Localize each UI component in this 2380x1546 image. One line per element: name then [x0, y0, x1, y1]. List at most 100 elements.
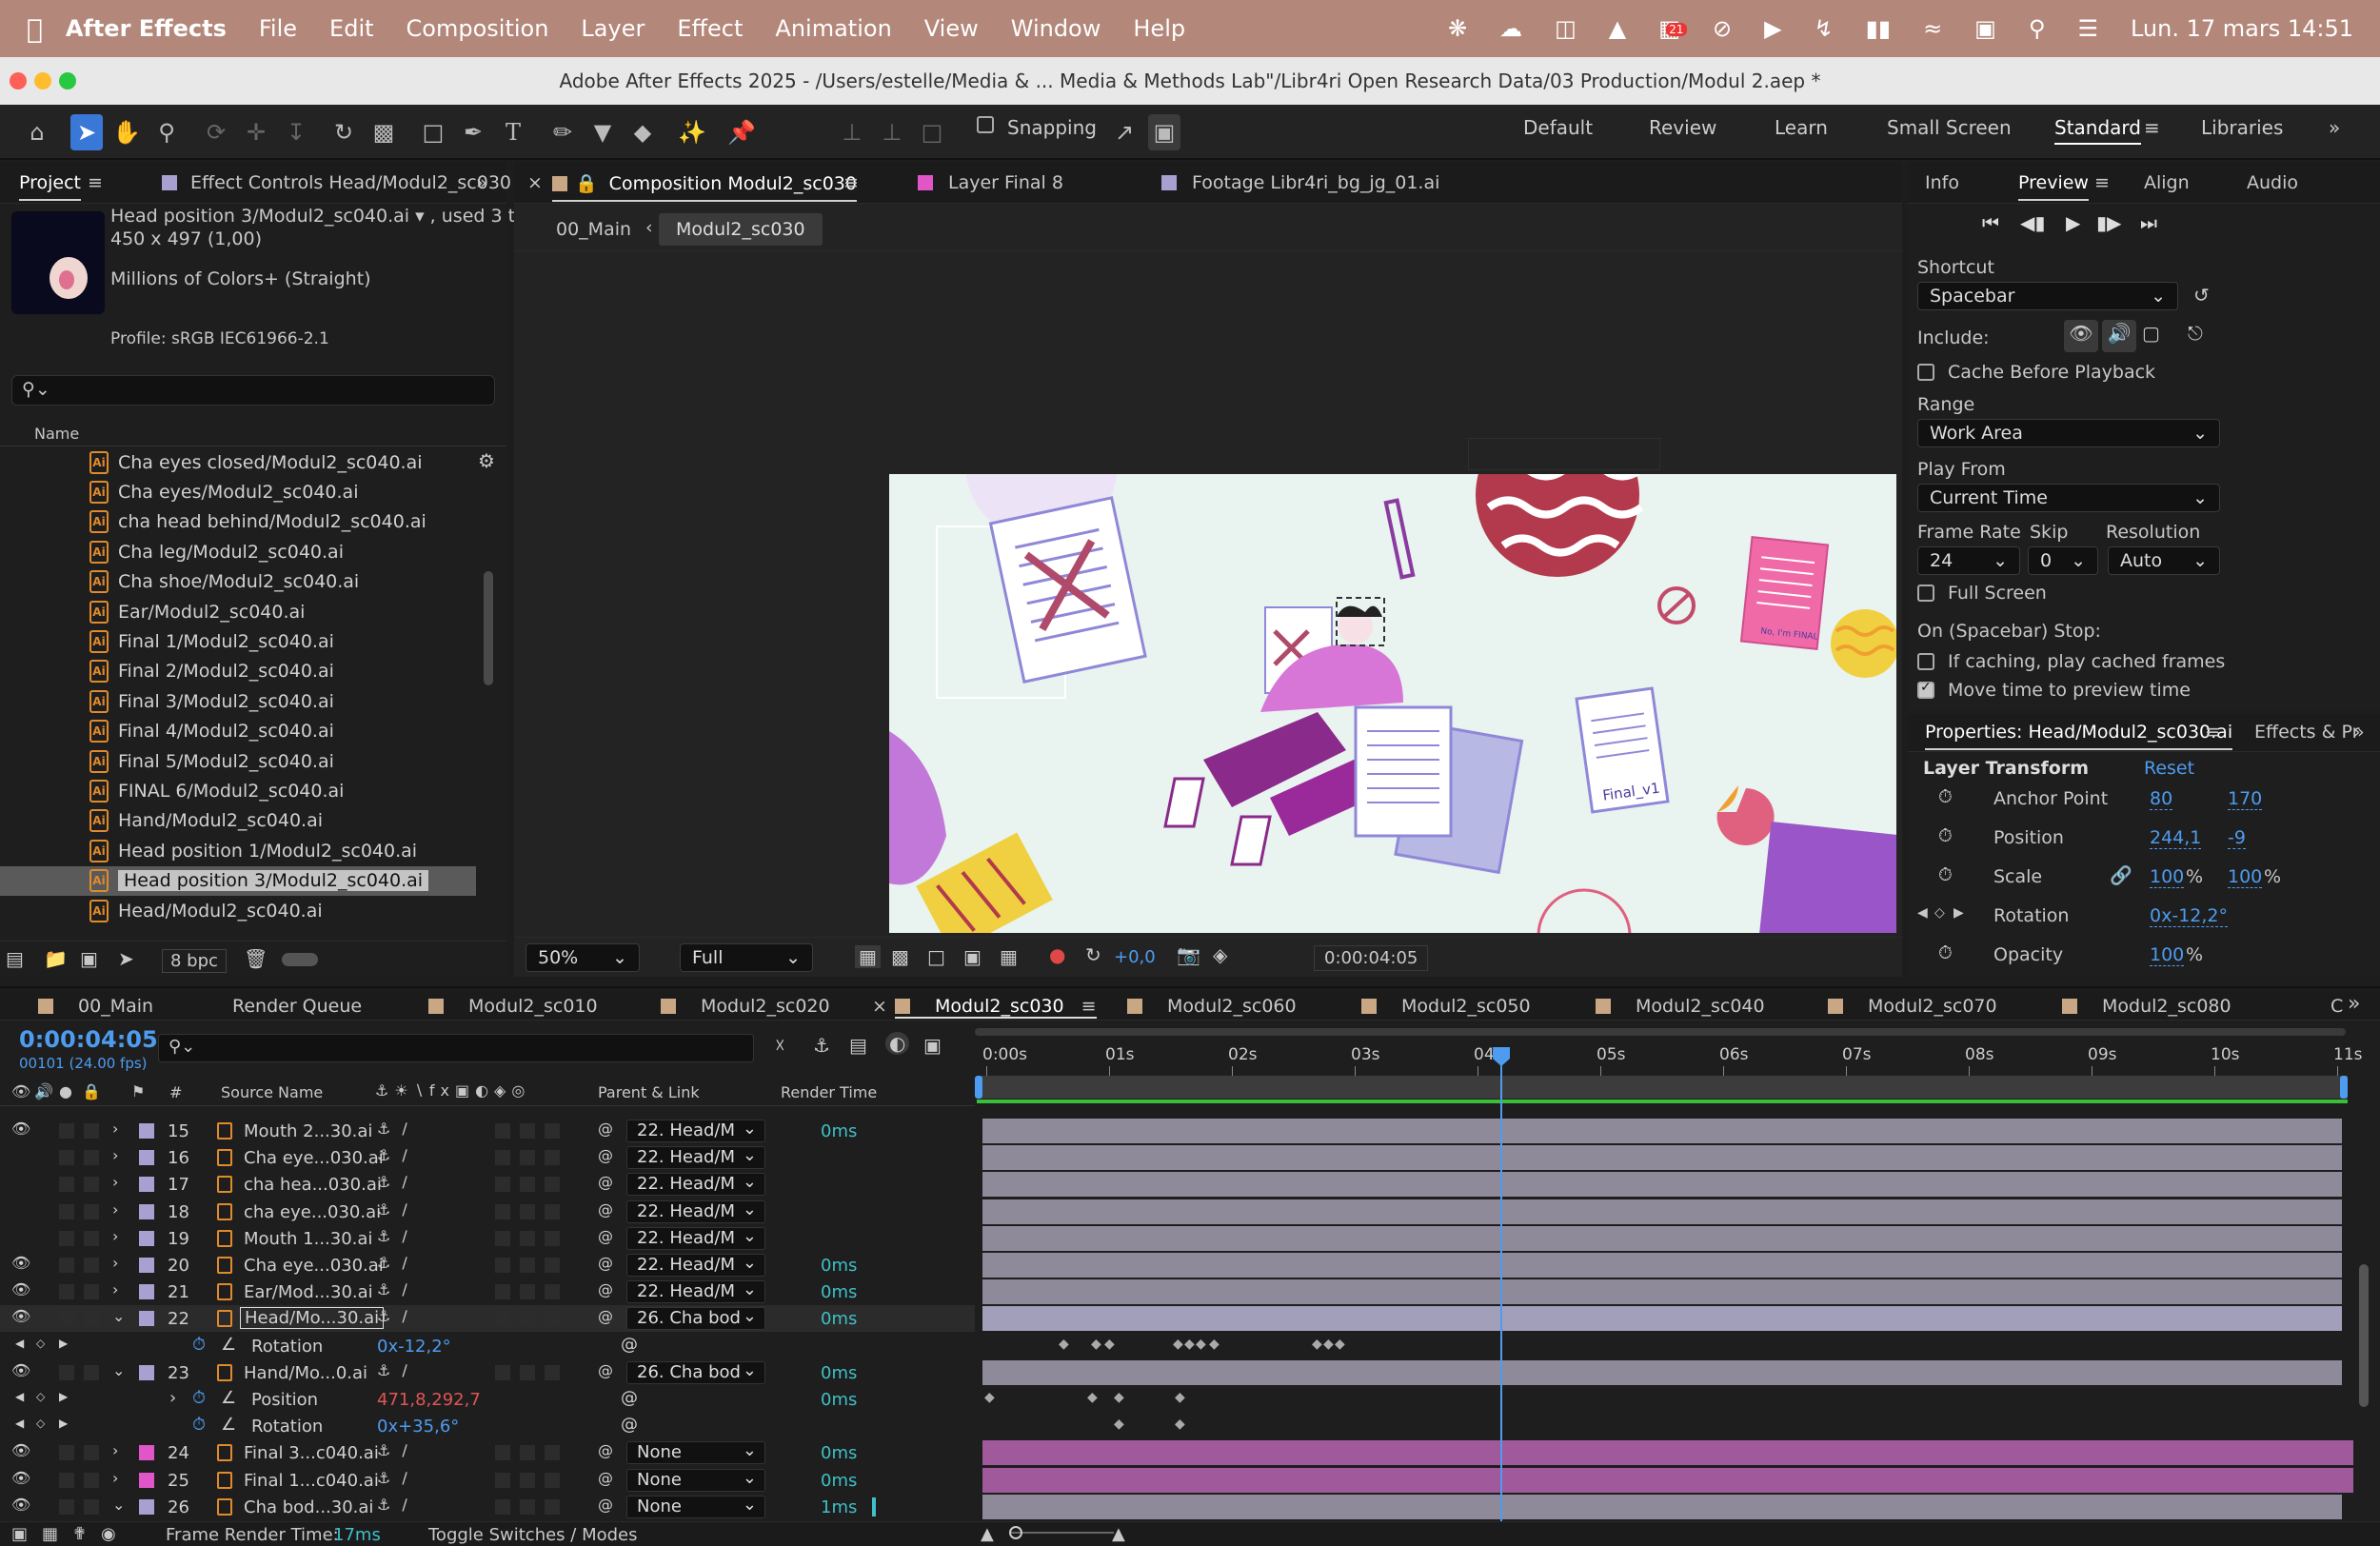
framerate-dropdown[interactable]: 24 ⌄ — [1917, 546, 2020, 575]
layer-source-name[interactable]: Head/Mo...30.ai — [240, 1307, 385, 1330]
layer-row[interactable]: 👁 ⌄ 26 Cha bod...30.ai ⚓∕ @ None ⌄ 1ms — [0, 1494, 975, 1520]
menu-edit[interactable]: Edit — [329, 15, 373, 42]
last-frame-icon[interactable]: ⏭ — [2140, 211, 2157, 234]
switch-box[interactable] — [495, 1150, 510, 1166]
switch-box[interactable] — [520, 1230, 535, 1246]
prop-value-1[interactable]: 80 — [2150, 788, 2173, 810]
twirl-icon[interactable]: › — [112, 1120, 118, 1138]
include-audio-icon[interactable]: 🔊 — [2102, 320, 2136, 352]
show-snapshot-icon[interactable]: ◈ — [1213, 943, 1227, 966]
switch-box[interactable] — [545, 1445, 560, 1461]
eraser-tool-icon[interactable]: ◆ — [626, 114, 659, 150]
twirl-icon[interactable]: › — [112, 1200, 118, 1219]
layer-duration-bar[interactable] — [982, 1279, 2342, 1305]
keyframe-icon[interactable]: ◆ — [1175, 1417, 1185, 1432]
tab-menu-icon[interactable]: ≡ — [1081, 996, 1097, 1017]
label-color-swatch[interactable] — [139, 1311, 154, 1327]
expression-pickwhip-icon[interactable]: @ — [621, 1388, 638, 1408]
bluetooth-icon[interactable]: ↯ — [1815, 15, 1834, 42]
name-column-header[interactable]: Name — [34, 425, 79, 443]
lock-switch[interactable] — [84, 1364, 99, 1380]
project-item[interactable]: Ai FINAL 6/Modul2_sc040.ai — [0, 776, 476, 805]
rectangle-tool-icon[interactable]: □ — [417, 114, 449, 150]
playfrom-dropdown[interactable]: Current Time ⌄ — [1917, 484, 2220, 512]
tab-effect-controls[interactable]: Effect Controls Head/Modul2_sc030 — [162, 172, 511, 193]
label-color-swatch[interactable] — [139, 1284, 154, 1300]
timeline-tab[interactable]: Modul2_sc040 — [1596, 996, 1765, 1017]
switch-box[interactable] — [520, 1472, 535, 1488]
switches[interactable]: ⚓∕ — [377, 1361, 419, 1379]
prop-value-2[interactable]: -9 — [2228, 827, 2246, 849]
flowchart-icon[interactable]: ⚙ — [478, 449, 495, 472]
audio-switch[interactable] — [59, 1203, 74, 1219]
layer-duration-bar[interactable] — [982, 1306, 2342, 1332]
zoom-slider[interactable] — [1009, 1526, 1114, 1541]
control-center-icon[interactable]: ☰ — [2077, 15, 2098, 42]
menu-composition[interactable]: Composition — [407, 15, 549, 42]
expression-pickwhip-icon[interactable]: @ — [621, 1335, 638, 1355]
menu-animation[interactable]: Animation — [775, 15, 891, 42]
switch-box[interactable] — [495, 1472, 510, 1488]
resolution-dropdown[interactable]: Full ⌄ — [680, 943, 813, 972]
switches-col-icons[interactable]: ⚓☀∖fx▣◐◈◎ — [375, 1081, 530, 1100]
tab-composition[interactable]: 🔒 Composition Modul2_sc030 — [552, 172, 857, 202]
layer-row[interactable]: › 17 cha hea...030.ai ⚓∕ @22. Head/M ⌄ — [0, 1171, 975, 1198]
include-overlay-icon[interactable]: ▢ — [2142, 322, 2160, 345]
layer-source-name[interactable]: cha hea...030.ai — [244, 1175, 382, 1195]
lock-switch[interactable] — [84, 1472, 99, 1488]
switch-box[interactable] — [545, 1150, 560, 1166]
trash-icon[interactable]: 🗑 — [244, 947, 268, 970]
tab-preview[interactable]: Preview — [2018, 172, 2089, 201]
twirl-icon[interactable]: › — [112, 1173, 118, 1191]
project-item[interactable]: Ai Cha eyes closed/Modul2_sc040.ai — [0, 447, 476, 477]
layer-source-name[interactable]: Mouth 2...30.ai — [244, 1121, 372, 1141]
switch-box[interactable] — [520, 1364, 535, 1380]
keyframe-nav-icon[interactable]: ◇ — [36, 1390, 45, 1403]
switch-box[interactable] — [495, 1284, 510, 1300]
switch-box[interactable] — [545, 1284, 560, 1300]
twirl-icon[interactable]: ⌄ — [112, 1361, 125, 1379]
battery-icon[interactable]: ▮▮ — [1866, 15, 1891, 42]
stopwatch-icon[interactable]: ⏱ — [1938, 942, 1953, 963]
tab-footage[interactable]: Footage Libr4ri_bg_jg_01.ai — [1161, 172, 1439, 193]
reset-shortcut-icon[interactable]: ↺ — [2193, 284, 2210, 307]
snap-features-icon[interactable]: ▣ — [1148, 114, 1180, 150]
parent-dropdown[interactable]: 22. Head/M ⌄ — [626, 1172, 765, 1197]
prev-keyframe-icon[interactable]: ◀ — [1917, 905, 1928, 921]
pickwhip-icon[interactable]: @ — [598, 1307, 613, 1325]
visibility-eye-icon[interactable]: 👁 — [11, 1441, 30, 1459]
label-color-swatch[interactable] — [139, 1445, 154, 1461]
menu-view[interactable]: View — [924, 15, 979, 42]
layer-source-name[interactable]: Final 1...c040.ai — [244, 1471, 379, 1491]
work-area-bar[interactable] — [977, 1076, 2348, 1099]
parent-dropdown[interactable]: 22. Head/M ⌄ — [626, 1145, 765, 1170]
stopwatch-icon[interactable]: ⏱ — [192, 1388, 206, 1408]
project-item[interactable]: Ai Final 2/Modul2_sc040.ai — [0, 657, 476, 686]
project-item[interactable]: Ai Head position 1/Modul2_sc040.ai — [0, 836, 476, 865]
zoom-tool-icon[interactable]: ⚲ — [150, 114, 183, 150]
layer-duration-bar[interactable] — [982, 1145, 2342, 1171]
switches[interactable]: ⚓∕ — [377, 1200, 419, 1219]
axis-local-icon[interactable]: ⊥ — [836, 114, 868, 150]
zoom-window-button[interactable] — [59, 72, 76, 89]
graph-editor-icon[interactable]: ▣ — [923, 1034, 942, 1057]
expression-pickwhip-icon[interactable]: @ — [621, 1415, 638, 1435]
switch-box[interactable] — [545, 1364, 560, 1380]
menubar-datetime[interactable]: Lun. 17 mars 14:51 — [2131, 15, 2353, 42]
axis-view-icon[interactable]: □ — [916, 114, 948, 150]
lock-switch[interactable] — [84, 1498, 99, 1515]
stopwatch-icon[interactable]: ⏱ — [192, 1415, 206, 1435]
snapping-checkbox[interactable] — [977, 116, 994, 133]
pan-tool-icon[interactable]: ✛ — [240, 114, 272, 150]
puppet-pin-icon[interactable]: 📌 — [725, 114, 758, 150]
property-value[interactable]: 471,8,292,7 — [377, 1390, 481, 1410]
display-icon[interactable]: ▣ — [1974, 15, 1996, 42]
prop-value-2[interactable]: 170 — [2228, 788, 2263, 810]
pickwhip-icon[interactable]: @ — [598, 1469, 613, 1487]
first-frame-icon[interactable]: ⏮ — [1982, 211, 1999, 234]
switch-box[interactable] — [495, 1177, 510, 1193]
constrain-link-icon[interactable]: 🔗 — [2110, 864, 2132, 886]
switch-box[interactable] — [520, 1203, 535, 1219]
stopwatch-icon[interactable]: ⏱ — [1938, 864, 1953, 885]
timeline-tab[interactable]: Modul2_sc050 — [1361, 996, 1531, 1017]
